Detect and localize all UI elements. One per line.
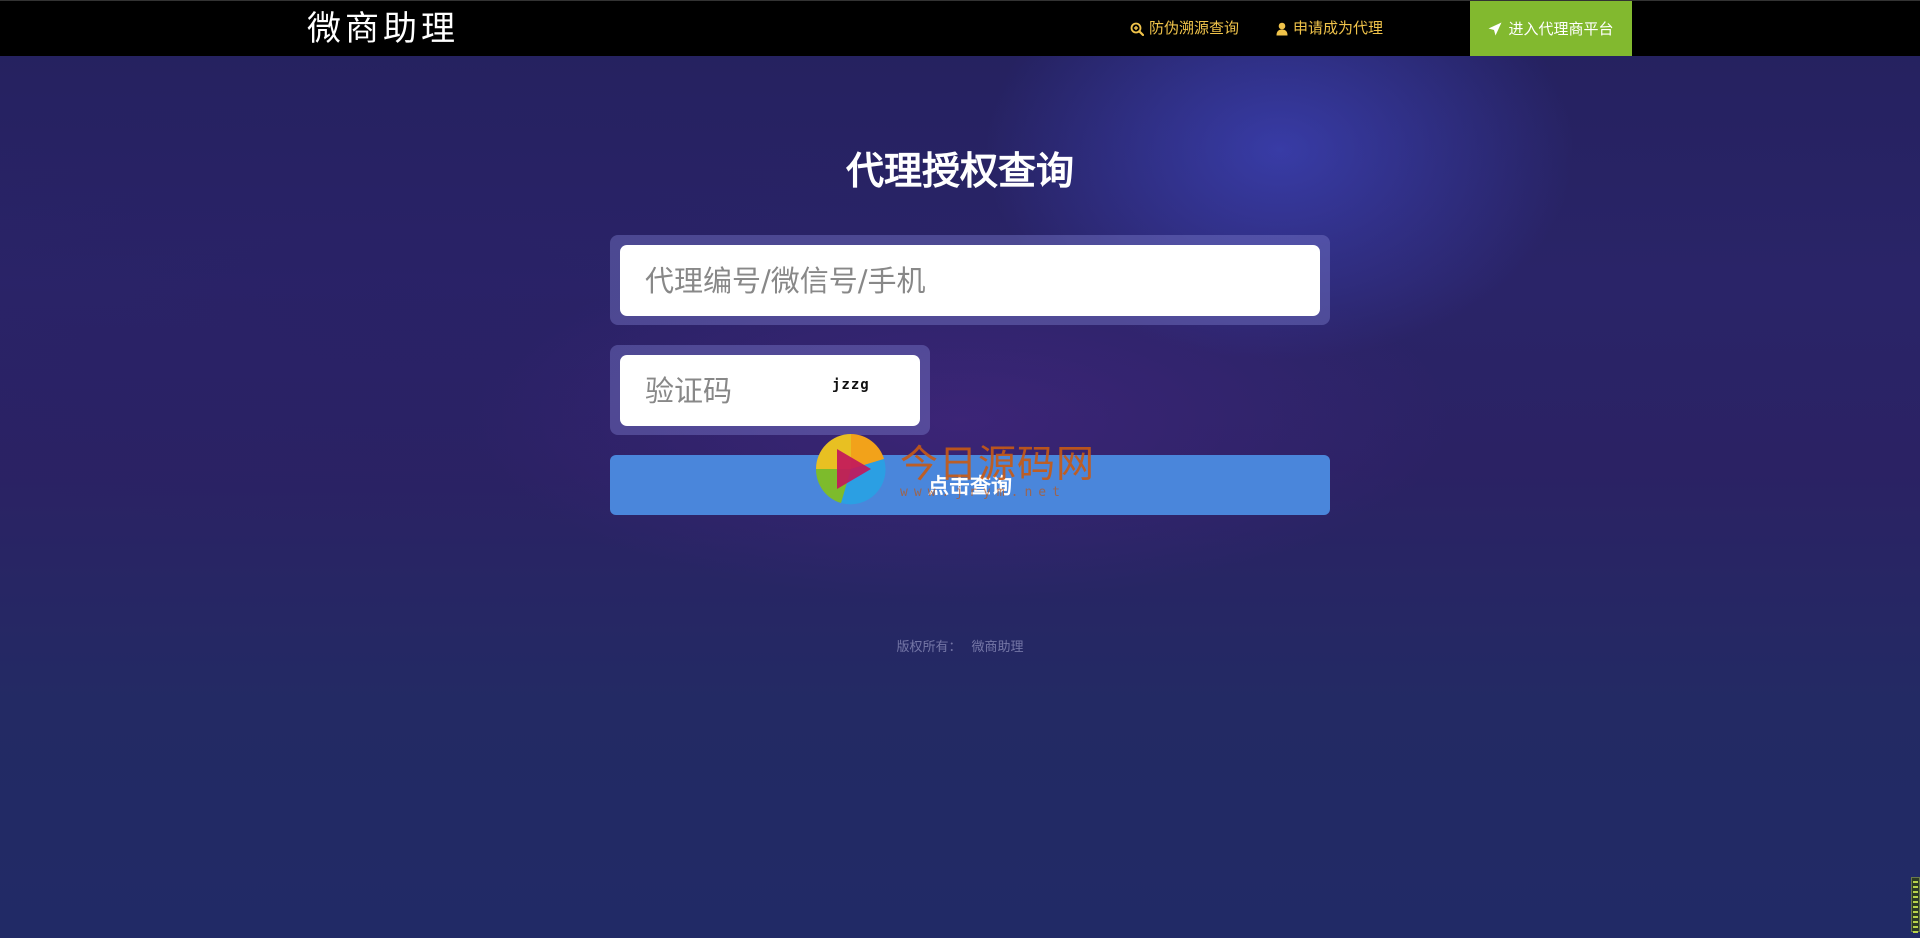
nav-link-trace-query[interactable]: 防伪溯源查询 [1130, 1, 1239, 56]
search-zoom-icon [1130, 22, 1144, 36]
query-submit-label: 点击查询 [928, 474, 1012, 498]
nav-link-apply-agent[interactable]: 申请成为代理 [1276, 1, 1383, 56]
user-icon [1276, 22, 1288, 36]
top-navbar: 微商助理 防伪溯源查询 申请成为代理 进入代理商平台 [0, 0, 1920, 56]
agent-id-field-frame [610, 235, 1330, 325]
verify-code-field-frame: jzzg [610, 345, 930, 435]
brand-logo-text[interactable]: 微商助理 [307, 9, 459, 49]
nav-link-trace-label: 防伪溯源查询 [1149, 19, 1240, 37]
agent-id-input[interactable] [620, 245, 1320, 316]
page-title: 代理授权查询 [0, 140, 1920, 195]
enter-agent-platform-button[interactable]: 进入代理商平台 [1470, 1, 1632, 56]
footer-owner: 微商助理 [971, 640, 1024, 655]
nav-link-apply-label: 申请成为代理 [1293, 19, 1384, 37]
captcha-image[interactable]: jzzg [832, 377, 870, 393]
footer-label: 版权所有： [896, 640, 962, 655]
page-title-text: 代理授权查询 [845, 149, 1074, 193]
footer-copyright: 版权所有： 微商助理 [0, 636, 1920, 655]
corner-status-widget[interactable] [1911, 877, 1920, 933]
rocket-icon [1488, 22, 1502, 36]
query-submit-button[interactable]: 点击查询 [610, 455, 1330, 515]
verify-code-input[interactable] [620, 355, 920, 426]
enter-agent-platform-label: 进入代理商平台 [1508, 20, 1614, 38]
